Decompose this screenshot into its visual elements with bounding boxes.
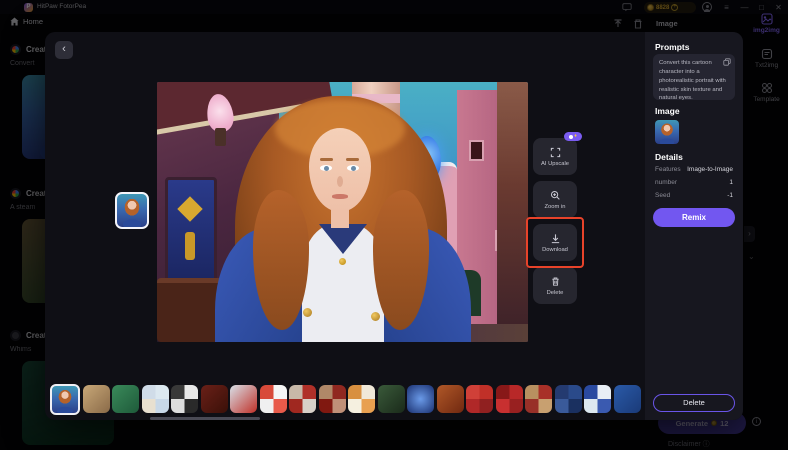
thumbnail-7[interactable] — [230, 385, 257, 413]
details-title: Details — [655, 152, 683, 162]
thumbnail-strip — [50, 383, 641, 415]
scene-right-window-1 — [469, 140, 484, 161]
girl-brow-left — [320, 158, 333, 161]
thumbnail-11[interactable] — [348, 385, 375, 413]
scene-arch-pillar — [497, 82, 528, 342]
prompts-title: Prompts — [655, 42, 690, 52]
thumbnail-6[interactable] — [200, 385, 228, 413]
thumbnail-8[interactable] — [259, 385, 287, 413]
detail-value: 1 — [729, 179, 733, 186]
girl-jacket-button-left — [303, 308, 312, 317]
girl-iris-right — [351, 165, 356, 171]
thumbnail-1[interactable] — [50, 383, 80, 415]
thumbnail-3[interactable] — [112, 385, 139, 413]
scene-torch-holder — [215, 128, 226, 146]
detail-row-features: Features Image-to-Image — [655, 166, 733, 173]
thumbnail-4[interactable] — [141, 385, 169, 413]
detail-key: Seed — [655, 192, 671, 199]
thumbnail-16[interactable] — [495, 385, 523, 413]
input-image-thumbnail[interactable] — [655, 120, 679, 144]
thumbnail-18[interactable] — [554, 385, 582, 413]
scene-window-detail — [185, 232, 195, 260]
girl-brow-right — [346, 158, 359, 161]
delete-button[interactable]: Delete — [533, 267, 577, 304]
info-panel: Prompts Convert this cartoon character i… — [645, 32, 743, 420]
girl-lips — [332, 194, 348, 199]
panel-delete-button[interactable]: Delete — [653, 394, 735, 412]
thumbnail-10[interactable] — [318, 385, 346, 413]
source-image-thumbnail[interactable] — [115, 192, 149, 229]
prompt-box[interactable]: Convert this cartoon character into a ph… — [653, 54, 735, 102]
thumbnail-20[interactable] — [613, 385, 641, 413]
ai-upscale-label: AI Upscale — [540, 160, 570, 167]
image-preview-modal: ‹ ♦ AI Upscale Zoom in Download Delete P… — [45, 32, 743, 420]
pro-dot-icon — [569, 134, 574, 139]
girl-jacket-button-right — [371, 312, 380, 321]
remix-button[interactable]: Remix — [653, 208, 735, 227]
thumbnail-2[interactable] — [82, 385, 110, 413]
main-image[interactable] — [157, 82, 528, 342]
thumbnail-5[interactable] — [171, 385, 198, 413]
image-section-title: Image — [655, 106, 680, 116]
detail-key: Features — [655, 166, 681, 173]
thumbnail-17[interactable] — [525, 385, 552, 413]
zoom-in-label: Zoom in — [544, 203, 566, 210]
copy-icon[interactable] — [723, 58, 731, 66]
girl-nose — [337, 176, 343, 187]
girl-shirt-button — [339, 258, 346, 265]
zoom-in-button[interactable]: Zoom in — [533, 181, 577, 218]
detail-value: -1 — [727, 192, 733, 199]
back-button[interactable]: ‹ — [55, 41, 73, 59]
crown-icon: ♦ — [574, 133, 577, 139]
thumbnail-12[interactable] — [377, 385, 405, 413]
detail-value: Image-to-Image — [687, 166, 733, 173]
detail-key: number — [655, 179, 678, 186]
girl-iris-left — [324, 165, 329, 171]
trash-icon — [551, 277, 559, 286]
pro-badge: ♦ — [564, 132, 582, 141]
zoom-in-icon — [550, 190, 560, 200]
upscale-icon — [550, 147, 560, 157]
thumbnail-15[interactable] — [466, 385, 493, 413]
thumbnail-19[interactable] — [584, 385, 611, 413]
thumbnail-14[interactable] — [436, 385, 464, 413]
thumbnail-9[interactable] — [289, 385, 316, 413]
delete-label: Delete — [546, 289, 564, 296]
download-highlight-annotation — [526, 217, 584, 268]
ai-upscale-button[interactable]: AI Upscale — [533, 138, 577, 175]
detail-row-number: number 1 — [655, 179, 733, 186]
prompt-text: Convert this cartoon character into a ph… — [659, 60, 726, 102]
strip-scrollbar[interactable] — [150, 417, 260, 420]
detail-row-seed: Seed -1 — [655, 192, 733, 199]
thumbnail-13[interactable] — [407, 385, 434, 413]
